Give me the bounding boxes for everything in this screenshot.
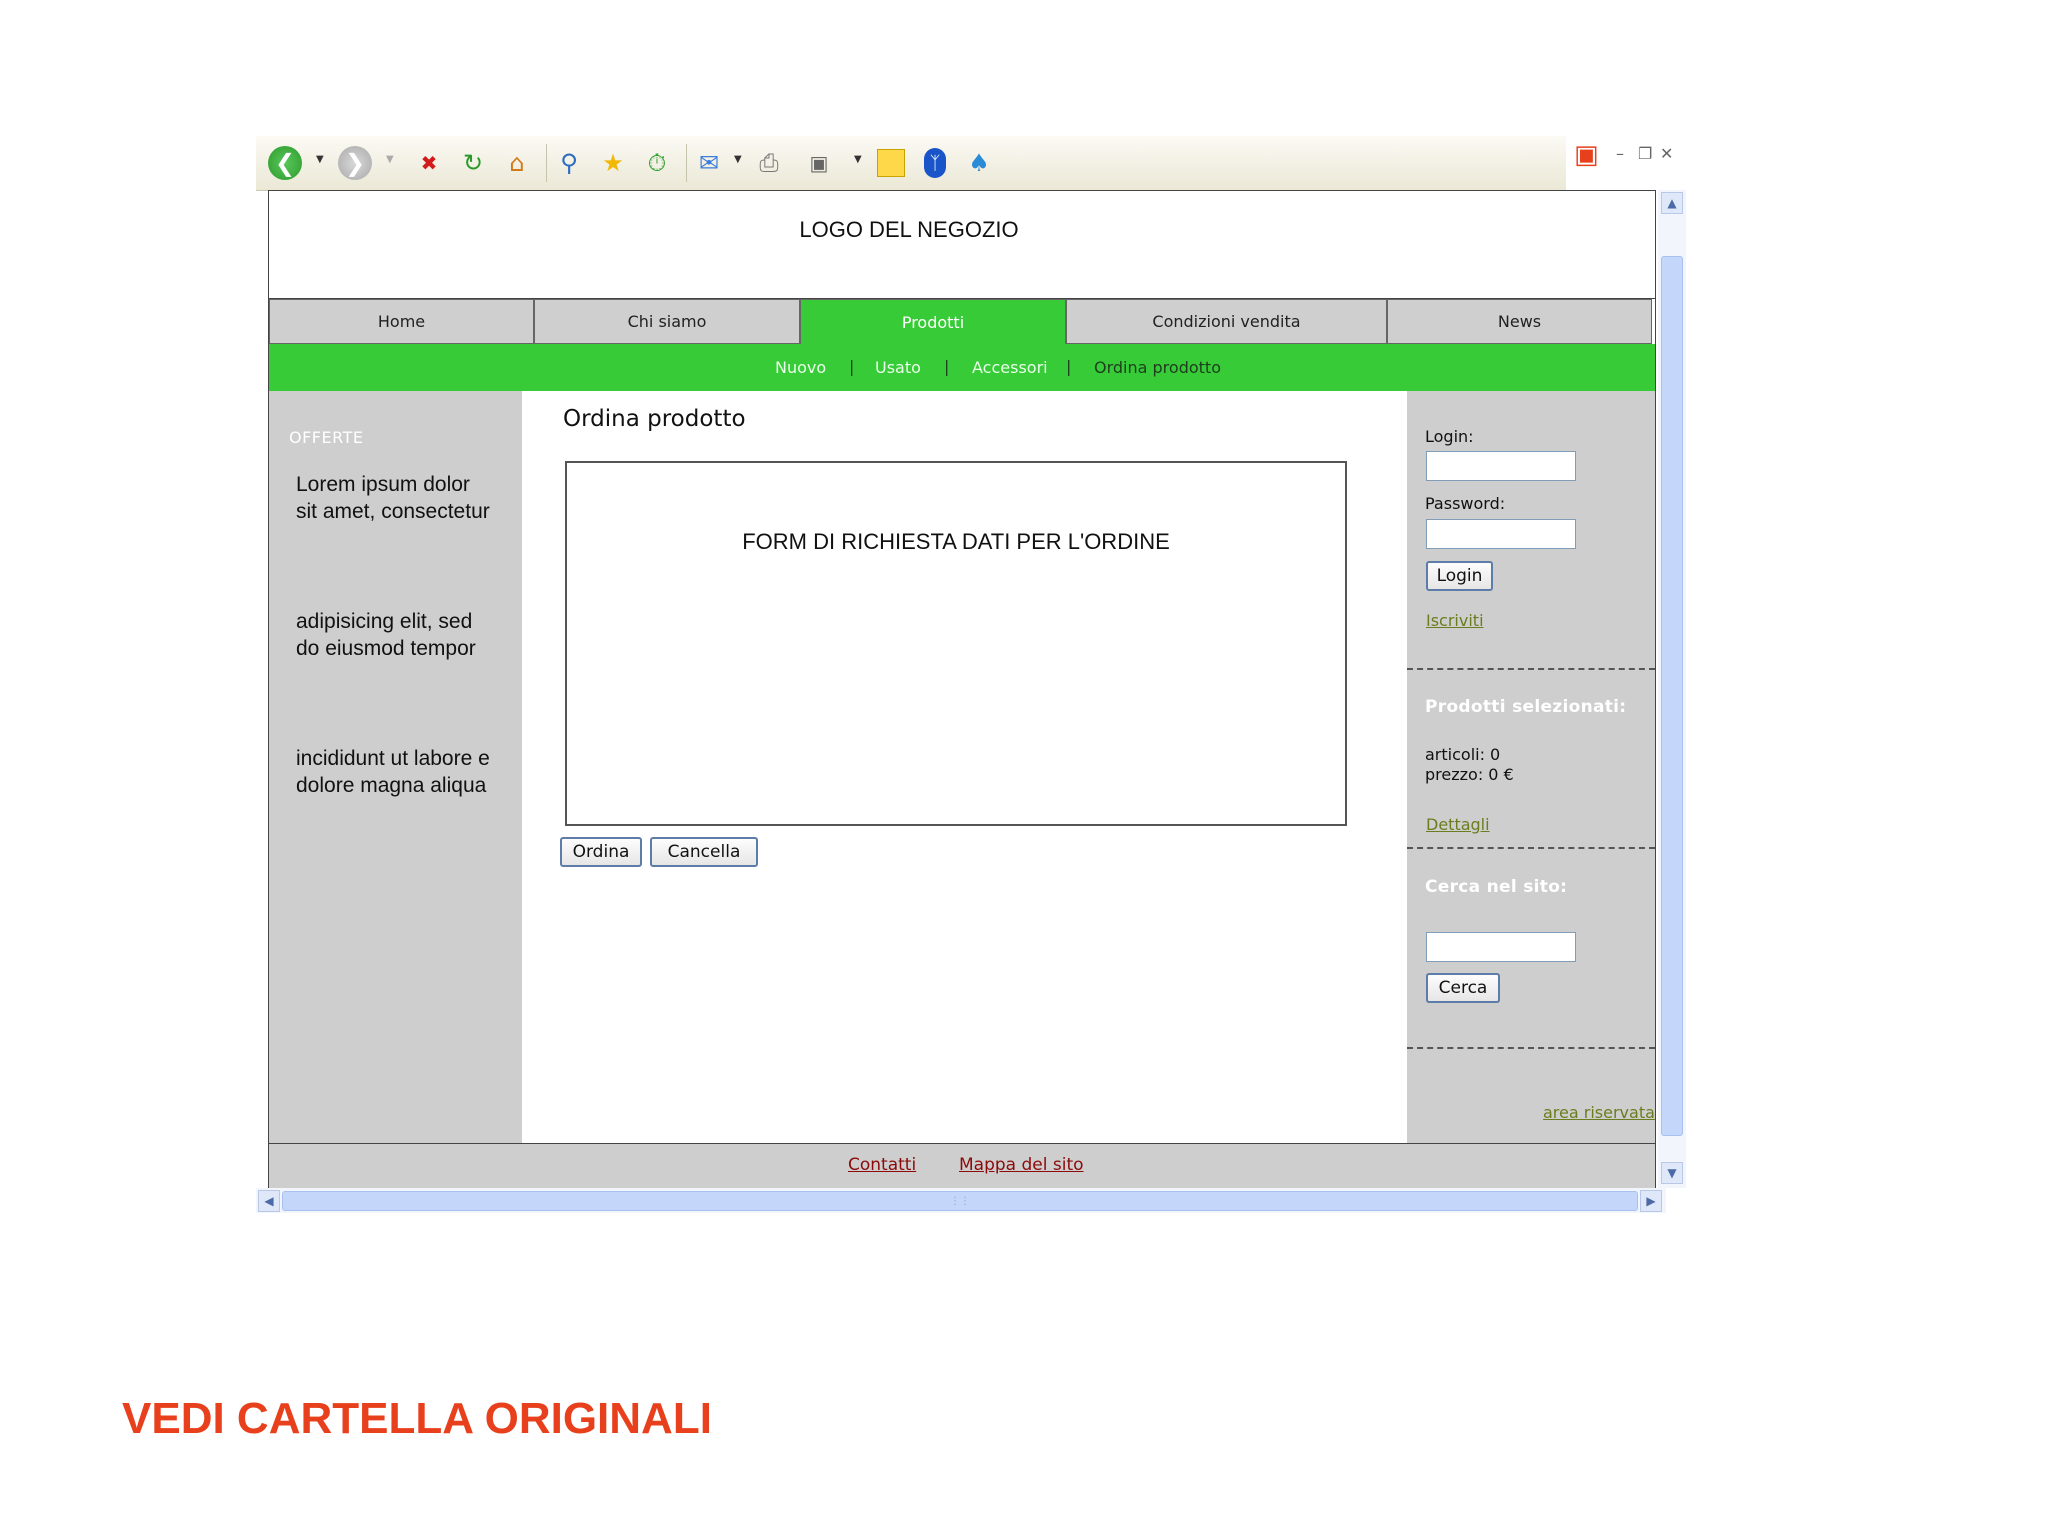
sub-nav: Nuovo | Usato | Accessori | Ordina prodo… <box>269 344 1655 391</box>
vertical-scrollbar[interactable]: ▲ ▼ <box>1658 190 1686 1188</box>
password-label: Password: <box>1425 494 1506 513</box>
reserved-area-link[interactable]: area riservata <box>1543 1103 1655 1122</box>
subnav-separator: | <box>944 357 950 376</box>
toolbar-separator <box>546 144 547 182</box>
back-icon[interactable]: ❮ <box>268 146 302 180</box>
site-footer: Contatti Mappa del sito <box>269 1143 1655 1188</box>
price-total: prezzo: 0 € <box>1425 765 1514 784</box>
site-search-input[interactable] <box>1426 932 1576 962</box>
minimize-icon[interactable]: – <box>1616 144 1624 163</box>
forward-dropdown-icon: ▼ <box>386 154 394 165</box>
scroll-down-icon[interactable]: ▼ <box>1661 1162 1683 1184</box>
page-viewport: LOGO DEL NEGOZIO Home Chi siamo Prodotti… <box>268 190 1656 1188</box>
print-icon[interactable]: ⎙ <box>752 146 786 180</box>
password-input[interactable] <box>1426 519 1576 549</box>
toolbar-separator <box>686 144 687 182</box>
contacts-link[interactable]: Contatti <box>848 1155 916 1175</box>
forward-icon[interactable]: ❯ <box>338 146 372 180</box>
search-button[interactable]: Cerca <box>1426 973 1500 1003</box>
mail-icon[interactable]: ✉ <box>692 146 726 180</box>
bluetooth-icon[interactable]: ᛉ <box>918 146 952 180</box>
history-icon[interactable]: ⏱ <box>640 146 674 180</box>
sidebar-divider <box>1407 1047 1655 1049</box>
signup-link[interactable]: Iscriviti <box>1426 611 1484 630</box>
site-header: LOGO DEL NEGOZIO <box>269 191 1655 299</box>
page-title: Ordina prodotto <box>563 406 746 432</box>
site-search-title: Cerca nel sito: <box>1425 877 1568 897</box>
offers-title: OFFERTE <box>289 428 364 447</box>
subnav-separator: | <box>849 357 855 376</box>
tools-icon[interactable]: ▣ <box>802 146 836 180</box>
cancel-button[interactable]: Cancella <box>650 837 758 867</box>
close-icon[interactable]: ✕ <box>1660 144 1673 163</box>
login-input[interactable] <box>1426 451 1576 481</box>
offers-sidebar: OFFERTE Lorem ipsum dolor sit amet, cons… <box>269 391 522 1143</box>
mail-dropdown-icon[interactable]: ▼ <box>734 154 742 165</box>
home-icon[interactable]: ⌂ <box>500 146 534 180</box>
selected-products-title: Prodotti selezionati: <box>1425 697 1627 717</box>
user-sidebar: Login: Password: Login Iscriviti Prodott… <box>1407 391 1655 1143</box>
scroll-right-icon[interactable]: ▶ <box>1640 1190 1662 1212</box>
nav-tab-prodotti[interactable]: Prodotti <box>800 299 1066 344</box>
offer-item: Lorem ipsum dolor sit amet, consectetur <box>296 473 490 523</box>
windows-logo-icon: ▣ <box>1574 140 1599 170</box>
messenger-icon[interactable]: ♠ <box>962 146 996 180</box>
scroll-up-icon[interactable]: ▲ <box>1661 192 1683 214</box>
details-link[interactable]: Dettagli <box>1426 815 1490 834</box>
browser-toolbar: ❮ ▼ ❯ ▼ ✖ ↻ ⌂ ⚲ ★ ⏱ ✉ ▼ ⎙ ▣ ▼ ᛉ ♠ <box>256 136 1566 191</box>
order-form-box: FORM DI RICHIESTA DATI PER L'ORDINE <box>565 461 1347 826</box>
nav-tab-news[interactable]: News <box>1387 299 1652 344</box>
slide-caption: VEDI CARTELLA ORIGINALI <box>122 1394 712 1443</box>
horizontal-scroll-thumb[interactable]: ⋮⋮ <box>282 1191 1638 1211</box>
nav-tab-chi-siamo[interactable]: Chi siamo <box>534 299 800 344</box>
subnav-ordina-prodotto[interactable]: Ordina prodotto <box>1094 358 1221 377</box>
subnav-nuovo[interactable]: Nuovo <box>775 358 826 377</box>
nav-tab-condizioni-vendita[interactable]: Condizioni vendita <box>1066 299 1387 344</box>
offer-item: adipisicing elit, sed do eiusmod tempor <box>296 610 476 660</box>
sidebar-divider <box>1407 668 1655 670</box>
vertical-scroll-thumb[interactable] <box>1661 256 1683 1136</box>
sidebar-divider <box>1407 847 1655 849</box>
subnav-separator: | <box>1066 357 1072 376</box>
search-icon[interactable]: ⚲ <box>552 146 586 180</box>
sitemap-link[interactable]: Mappa del sito <box>959 1155 1084 1175</box>
horizontal-scrollbar[interactable]: ◀ ⋮⋮ ▶ <box>256 1188 1666 1213</box>
shop-logo: LOGO DEL NEGOZIO <box>799 217 1019 242</box>
subnav-accessori[interactable]: Accessori <box>972 358 1048 377</box>
articles-count: articoli: 0 <box>1425 745 1501 764</box>
stop-icon[interactable]: ✖ <box>412 146 446 180</box>
offer-item: incididunt ut labore e dolore magna aliq… <box>296 747 490 797</box>
main-nav: Home Chi siamo Prodotti Condizioni vendi… <box>269 299 1655 344</box>
main-content: Ordina prodotto FORM DI RICHIESTA DATI P… <box>522 391 1407 1143</box>
scroll-left-icon[interactable]: ◀ <box>258 1190 280 1212</box>
notes-icon[interactable] <box>874 146 908 180</box>
back-dropdown-icon[interactable]: ▼ <box>316 154 324 165</box>
browser-window: ❮ ▼ ❯ ▼ ✖ ↻ ⌂ ⚲ ★ ⏱ ✉ ▼ ⎙ ▣ ▼ ᛉ ♠ ▣ – ❐ … <box>256 136 1690 1213</box>
restore-icon[interactable]: ❐ <box>1638 144 1652 163</box>
login-button[interactable]: Login <box>1426 561 1493 591</box>
order-button[interactable]: Ordina <box>560 837 642 867</box>
favorites-icon[interactable]: ★ <box>596 146 630 180</box>
refresh-icon[interactable]: ↻ <box>456 146 490 180</box>
nav-tab-home[interactable]: Home <box>269 299 534 344</box>
subnav-usato[interactable]: Usato <box>875 358 921 377</box>
tools-dropdown-icon[interactable]: ▼ <box>854 154 862 165</box>
login-label: Login: <box>1425 427 1474 446</box>
window-controls: ▣ – ❐ ✕ <box>1566 136 1690 190</box>
order-form-placeholder: FORM DI RICHIESTA DATI PER L'ORDINE <box>742 529 1170 554</box>
